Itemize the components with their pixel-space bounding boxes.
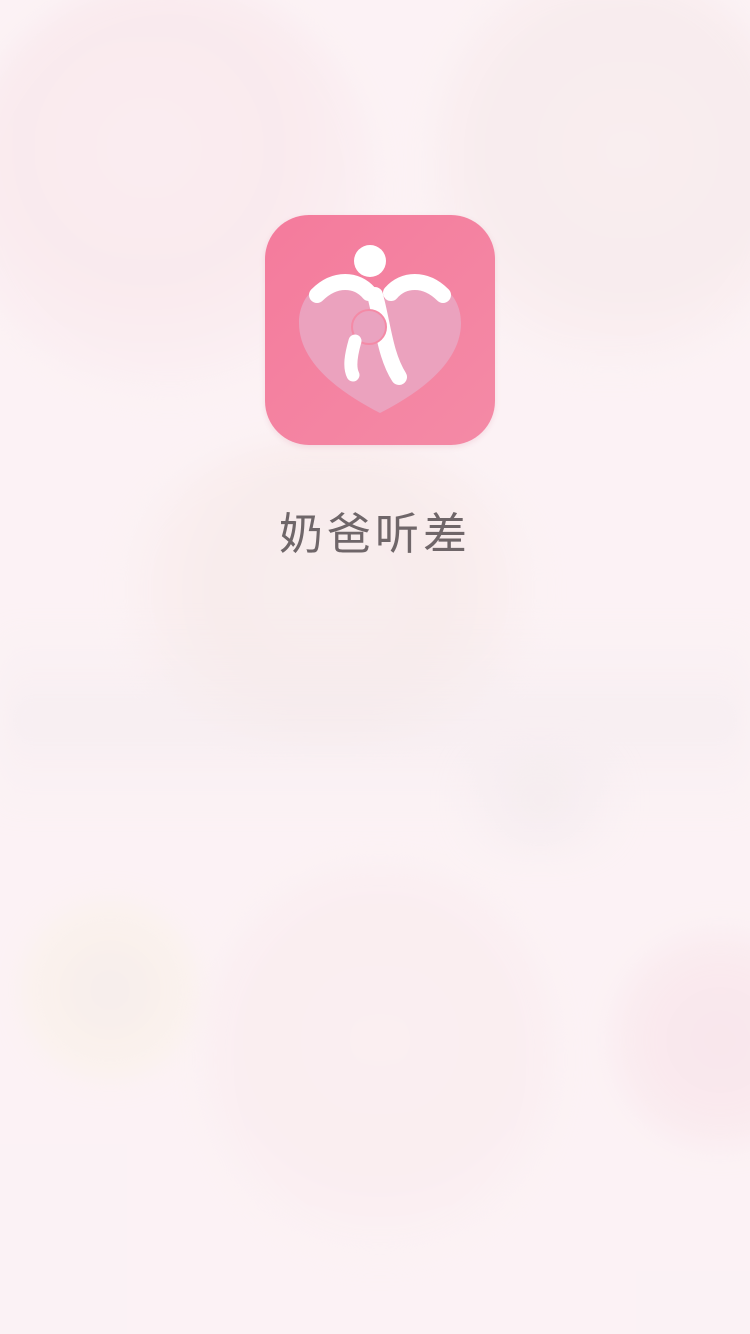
background-overlay — [0, 0, 750, 1334]
splash-screen: 奶爸听差 — [0, 0, 750, 1334]
app-logo-icon — [265, 215, 495, 445]
parent-baby-heart-icon — [299, 245, 461, 413]
app-name-title: 奶爸听差 — [279, 509, 471, 560]
